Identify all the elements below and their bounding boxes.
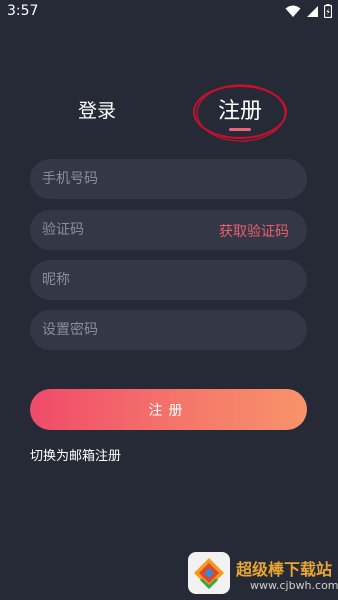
download-site-logo-icon	[194, 558, 224, 590]
phone-input[interactable]	[30, 159, 307, 199]
tab-login[interactable]: 登录	[78, 96, 116, 123]
status-bar: 3:57	[0, 0, 338, 26]
nickname-input[interactable]	[30, 260, 307, 300]
status-time: 3:57	[7, 3, 39, 19]
signal-icon	[307, 5, 318, 17]
code-field: 获取验证码	[30, 210, 307, 250]
switch-to-email-link[interactable]: 切换为邮箱注册	[30, 445, 121, 464]
nickname-field	[30, 260, 307, 300]
status-icons	[285, 4, 332, 18]
wifi-icon	[285, 5, 301, 17]
password-input[interactable]	[30, 310, 307, 350]
battery-icon	[324, 4, 332, 18]
password-field	[30, 310, 307, 350]
get-code-button[interactable]: 获取验证码	[219, 221, 289, 241]
watermark-title: 超级棒下载站	[236, 560, 333, 579]
watermark-logo	[188, 552, 230, 594]
watermark: 超级棒下载站 www.cjbwh.com	[188, 550, 338, 600]
phone-field	[30, 159, 307, 199]
annotation-circle	[193, 84, 287, 142]
register-button[interactable]: 注册	[30, 389, 307, 430]
watermark-url: www.cjbwh.com	[250, 579, 338, 592]
